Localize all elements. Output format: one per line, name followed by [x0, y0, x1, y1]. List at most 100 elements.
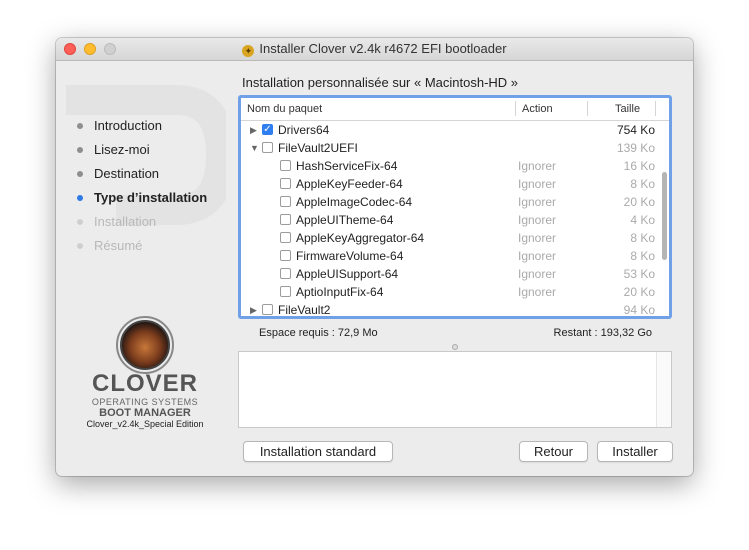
step-destination: Destination [76, 166, 207, 190]
step-dot [77, 219, 83, 225]
column-header-name[interactable]: Nom du paquet [247, 103, 322, 115]
package-name: HashServiceFix-64 [296, 159, 398, 173]
page-heading: Installation personnalisée sur « Macinto… [242, 75, 519, 90]
edition-label: Clover_v2.4k_Special Edition [86, 419, 204, 429]
table-scrollbar[interactable] [662, 172, 667, 260]
step-label: Destination [94, 166, 160, 181]
table-row[interactable]: AppleUISupport-64 Ignorer 53 Ko [241, 265, 669, 283]
step-installation: Installation [76, 214, 207, 238]
column-header-size[interactable]: Taille [615, 103, 640, 115]
package-name: FileVault2 [278, 303, 331, 317]
package-name: AppleUISupport-64 [296, 267, 399, 281]
space-required-label: Espace requis : 72,9 Mo [259, 327, 378, 339]
step-dot [77, 171, 83, 177]
package-checkbox[interactable] [280, 232, 291, 243]
package-checkbox[interactable] [280, 286, 291, 297]
step-dot [77, 123, 83, 129]
package-size: 16 Ko [623, 159, 655, 173]
table-row[interactable]: AptioInputFix-64 Ignorer 20 Ko [241, 283, 669, 301]
step-installation-type: Type d’installation [76, 190, 207, 214]
macos-disk-icon [120, 320, 170, 370]
package-name: AppleKeyFeeder-64 [296, 177, 403, 191]
step-summary: Résumé [76, 238, 207, 262]
logo-wordmark: CLOVER [91, 370, 198, 397]
package-action: Ignorer [518, 249, 557, 263]
window-title-group: ✦ Installer Clover v2.4k r4672 EFI bootlo… [56, 41, 693, 57]
step-label: Installation [94, 214, 157, 229]
disclosure-expanded-icon[interactable]: ▼ [250, 139, 259, 157]
disclosure-collapsed-icon[interactable]: ▶ [250, 121, 257, 139]
package-checkbox[interactable] [262, 121, 273, 139]
package-size: 94 Ko [623, 303, 655, 317]
description-scrollbar[interactable] [656, 352, 671, 427]
step-label: Lisez-moi [94, 142, 150, 157]
step-label: Introduction [94, 118, 162, 133]
logo-tagline-1: OPERATING SYSTEMS [91, 397, 199, 407]
package-action: Ignorer [518, 213, 557, 227]
package-name: Drivers64 [278, 123, 330, 137]
step-dot [77, 195, 83, 201]
table-row[interactable]: ▶ FileVault2 94 Ko [241, 301, 669, 317]
table-row[interactable]: AppleUITheme-64 Ignorer 4 Ko [241, 211, 669, 229]
split-resize-handle[interactable] [452, 344, 458, 350]
package-name: AppleUITheme-64 [296, 213, 394, 227]
package-checkbox[interactable] [280, 178, 291, 189]
column-header-action[interactable]: Action [522, 103, 553, 115]
space-remaining-label: Restant : 193,32 Go [553, 327, 652, 339]
package-checkbox[interactable] [262, 304, 273, 315]
package-size: 4 Ko [630, 213, 655, 227]
package-size: 8 Ko [630, 231, 655, 245]
table-row[interactable]: FirmwareVolume-64 Ignorer 8 Ko [241, 247, 669, 265]
table-body: ▶ Drivers64 754 Ko ▼ FileVault2UEFI 139 Ko Has… [241, 121, 669, 317]
package-action: Ignorer [518, 195, 557, 209]
title-bar[interactable]: ✦ Installer Clover v2.4k r4672 EFI bootlo… [56, 38, 693, 61]
package-action: Ignorer [518, 159, 557, 173]
package-size: 20 Ko [623, 195, 655, 209]
package-table[interactable]: Nom du paquet Action Taille ▶ Drivers64 75… [238, 95, 672, 319]
package-checkbox[interactable] [280, 250, 291, 261]
package-name: AppleImageCodec-64 [296, 195, 413, 209]
table-row[interactable]: ▼ FileVault2UEFI 139 Ko [241, 139, 669, 157]
table-row[interactable]: AppleKeyFeeder-64 Ignorer 8 Ko [241, 175, 669, 193]
space-info-bar: Espace requis : 72,9 Mo Restant : 193,32… [238, 320, 672, 350]
package-size: 20 Ko [623, 285, 655, 299]
back-button[interactable]: Retour [519, 441, 588, 462]
package-checkbox[interactable] [262, 142, 273, 153]
package-description-box [238, 351, 672, 428]
step-label: Type d’installation [94, 190, 208, 205]
package-action: Ignorer [518, 267, 557, 281]
table-header: Nom du paquet Action Taille [241, 98, 669, 121]
column-divider [655, 101, 656, 116]
column-divider [515, 101, 516, 116]
package-size: 139 Ko [616, 141, 655, 155]
package-name: AppleKeyAggregator-64 [296, 231, 425, 245]
table-row[interactable]: ▶ Drivers64 754 Ko [241, 121, 669, 139]
table-row[interactable]: AppleKeyAggregator-64 Ignorer 8 Ko [241, 229, 669, 247]
package-action: Ignorer [518, 231, 557, 245]
installer-steps: Introduction Lisez-moi Destination Type … [76, 118, 207, 262]
install-button[interactable]: Installer [597, 441, 673, 462]
package-checkbox[interactable] [280, 268, 291, 279]
package-checkbox[interactable] [280, 160, 291, 171]
standard-install-button[interactable]: Installation standard [243, 441, 393, 462]
package-size: 8 Ko [630, 249, 655, 263]
package-size: 8 Ko [630, 177, 655, 191]
step-read-me: Lisez-moi [76, 142, 207, 166]
window-title: Installer Clover v2.4k r4672 EFI bootloa… [259, 41, 507, 56]
package-checkbox[interactable] [280, 214, 291, 225]
package-checkbox[interactable] [280, 196, 291, 207]
logo-tagline-2: BOOT MANAGER [99, 407, 191, 419]
installer-package-icon: ✦ [242, 45, 255, 57]
column-divider [587, 101, 588, 116]
package-name: FileVault2UEFI [278, 141, 358, 155]
disclosure-collapsed-icon[interactable]: ▶ [250, 301, 257, 316]
table-row[interactable]: HashServiceFix-64 Ignorer 16 Ko [241, 157, 669, 175]
package-action: Ignorer [518, 285, 557, 299]
table-row[interactable]: AppleImageCodec-64 Ignorer 20 Ko [241, 193, 669, 211]
package-name: FirmwareVolume-64 [296, 249, 404, 263]
package-size: 754 Ko [616, 123, 655, 137]
step-label: Résumé [94, 238, 143, 253]
package-action: Ignorer [518, 177, 557, 191]
package-size: 53 Ko [623, 267, 655, 281]
step-introduction: Introduction [76, 118, 207, 142]
